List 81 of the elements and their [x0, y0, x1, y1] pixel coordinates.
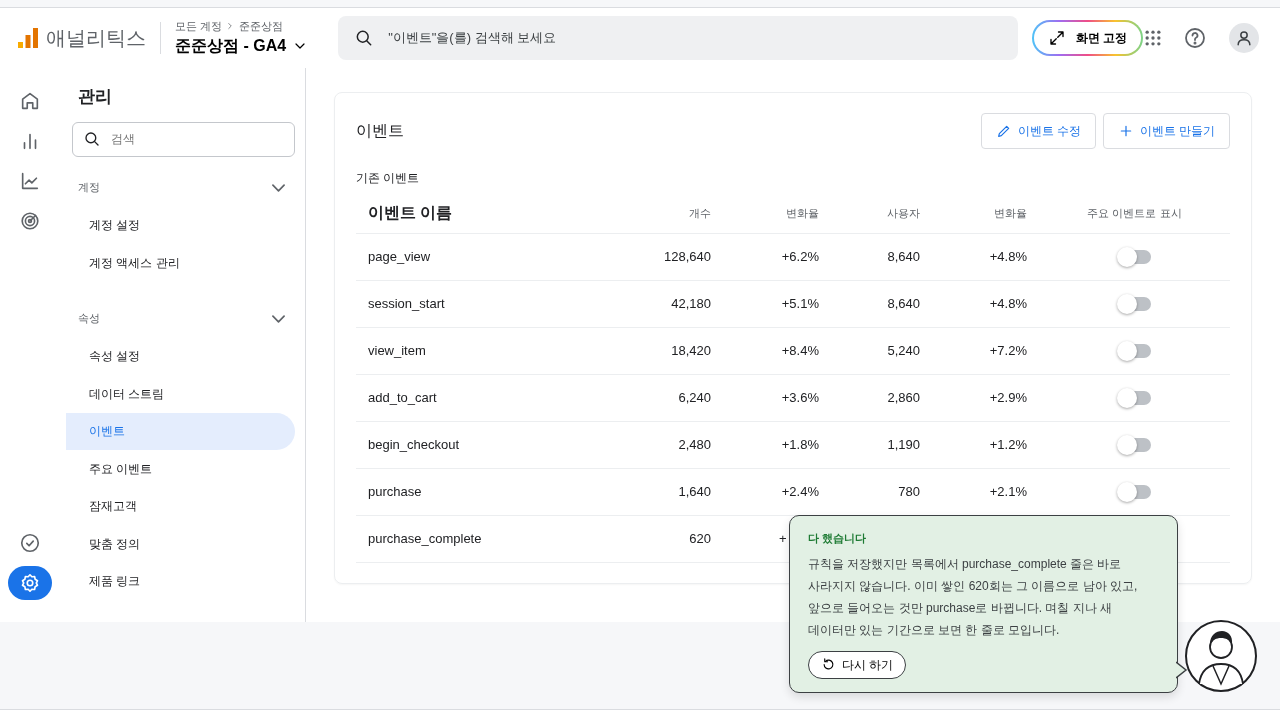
pencil-icon — [995, 123, 1012, 139]
refresh-icon — [821, 657, 836, 672]
check-circle-icon — [19, 532, 41, 554]
column-header: 변화율 — [723, 193, 831, 233]
toggle-switch[interactable] — [1118, 438, 1151, 453]
home-icon — [19, 90, 41, 112]
table-cell: 128,640 — [620, 233, 723, 280]
table-cell: +3.6% — [723, 374, 831, 421]
card-title: 이벤트 — [356, 121, 404, 141]
table-cell: +1.8% — [723, 421, 831, 468]
table-cell: +4.8% — [932, 233, 1039, 280]
line-chart-icon — [19, 170, 41, 192]
property-selector[interactable]: 준준상점 - GA4 — [175, 34, 309, 59]
table-cell: purchase — [356, 468, 620, 515]
retry-button[interactable]: 다시 하기 — [808, 650, 907, 679]
search-bar[interactable]: 검색 — [72, 121, 295, 157]
table-cell: begin_checkout — [356, 421, 620, 468]
sidebar-item[interactable]: 제품 링크 — [66, 562, 295, 600]
table-cell: page_view — [356, 233, 620, 280]
help-icon[interactable] — [1183, 26, 1208, 50]
table-cell: purchase_complete — [356, 515, 620, 562]
section-header[interactable]: 속성 — [66, 299, 295, 338]
search-field[interactable]: "이벤트"을(를) 검색해 보세요 — [386, 27, 1003, 49]
sidebar-item[interactable]: 잠재고객 — [66, 487, 295, 525]
table-cell: add_to_cart — [356, 374, 620, 421]
edit-event-button[interactable]: 이벤트 수정 — [980, 113, 1097, 149]
sidebar-item[interactable]: 데이터 스트림 — [66, 375, 295, 413]
table-cell: 42,180 — [620, 280, 723, 327]
table-cell: view_item — [356, 327, 620, 374]
table-cell: 1,190 — [831, 421, 932, 468]
table-cell: 8,640 — [831, 233, 932, 280]
table-cell: session_start — [356, 280, 620, 327]
toggle-switch[interactable] — [1118, 485, 1151, 500]
table-cell: 2,480 — [620, 421, 723, 468]
table-cell: 5,240 — [831, 327, 932, 374]
toggle-switch[interactable] — [1118, 250, 1151, 265]
sidebar-item[interactable]: 주요 이벤트 — [66, 450, 295, 488]
table-cell: 8,640 — [831, 280, 932, 327]
toggle-switch[interactable] — [1118, 391, 1151, 406]
table-cell: 6,240 — [620, 374, 723, 421]
sidebar-item[interactable]: 속성 설정 — [66, 337, 295, 375]
chevron-icon — [272, 183, 285, 192]
section-label: 기존 이벤트 — [356, 170, 421, 187]
chevron-icon — [272, 314, 285, 323]
section-header[interactable]: 계정 — [66, 168, 295, 207]
table-cell: 18,420 — [620, 327, 723, 374]
target-icon — [19, 210, 41, 232]
sidebar-item[interactable]: 계정 액세스 관리 — [66, 244, 295, 282]
create-event-button[interactable]: 이벤트 만들기 — [1102, 113, 1230, 149]
table-cell: +8.4% — [723, 327, 831, 374]
column-header: 개수 — [620, 193, 723, 233]
expand-icon — [1048, 29, 1067, 47]
panel-title: 관리 — [78, 86, 113, 108]
sidebar-item[interactable]: 계정 설정 — [66, 206, 295, 244]
table-cell: 620 — [620, 515, 723, 562]
table-cell: 2,860 — [831, 374, 932, 421]
account-button[interactable] — [1229, 23, 1260, 53]
settings-icon — [19, 572, 41, 594]
search-icon — [83, 130, 101, 148]
breadcrumb-link[interactable]: 모든 계정 — [175, 17, 223, 35]
toggle-switch[interactable] — [1118, 344, 1151, 359]
sidebar-item[interactable]: 이벤트 — [66, 412, 295, 450]
table-cell: +2.9% — [932, 374, 1039, 421]
table-cell: +5.1% — [723, 280, 831, 327]
column-header: 사용자 — [831, 193, 932, 233]
toggle-switch[interactable] — [1118, 297, 1151, 312]
logo-icon — [16, 26, 40, 50]
table-cell: +4.8% — [932, 280, 1039, 327]
column-header: 주요 이벤트로 표시 — [1039, 193, 1230, 233]
table-cell: +1.2% — [932, 421, 1039, 468]
table-cell: 1,640 — [620, 468, 723, 515]
search-bar[interactable]: "이벤트"을(를) 검색해 보세요 — [338, 16, 1019, 60]
product-name: 애널리틱스 — [46, 26, 146, 51]
sidebar-item[interactable]: 맞춤 정의 — [66, 525, 295, 563]
column-header: 이벤트 이름 — [356, 193, 620, 233]
column-header: 변화율 — [932, 193, 1039, 233]
breadcrumb-link[interactable]: 준준상점 — [238, 17, 283, 35]
rail-button[interactable] — [8, 566, 52, 600]
table-cell: +7.2% — [932, 327, 1039, 374]
table-cell: +6.2% — [723, 233, 831, 280]
avatar[interactable] — [1185, 620, 1257, 692]
